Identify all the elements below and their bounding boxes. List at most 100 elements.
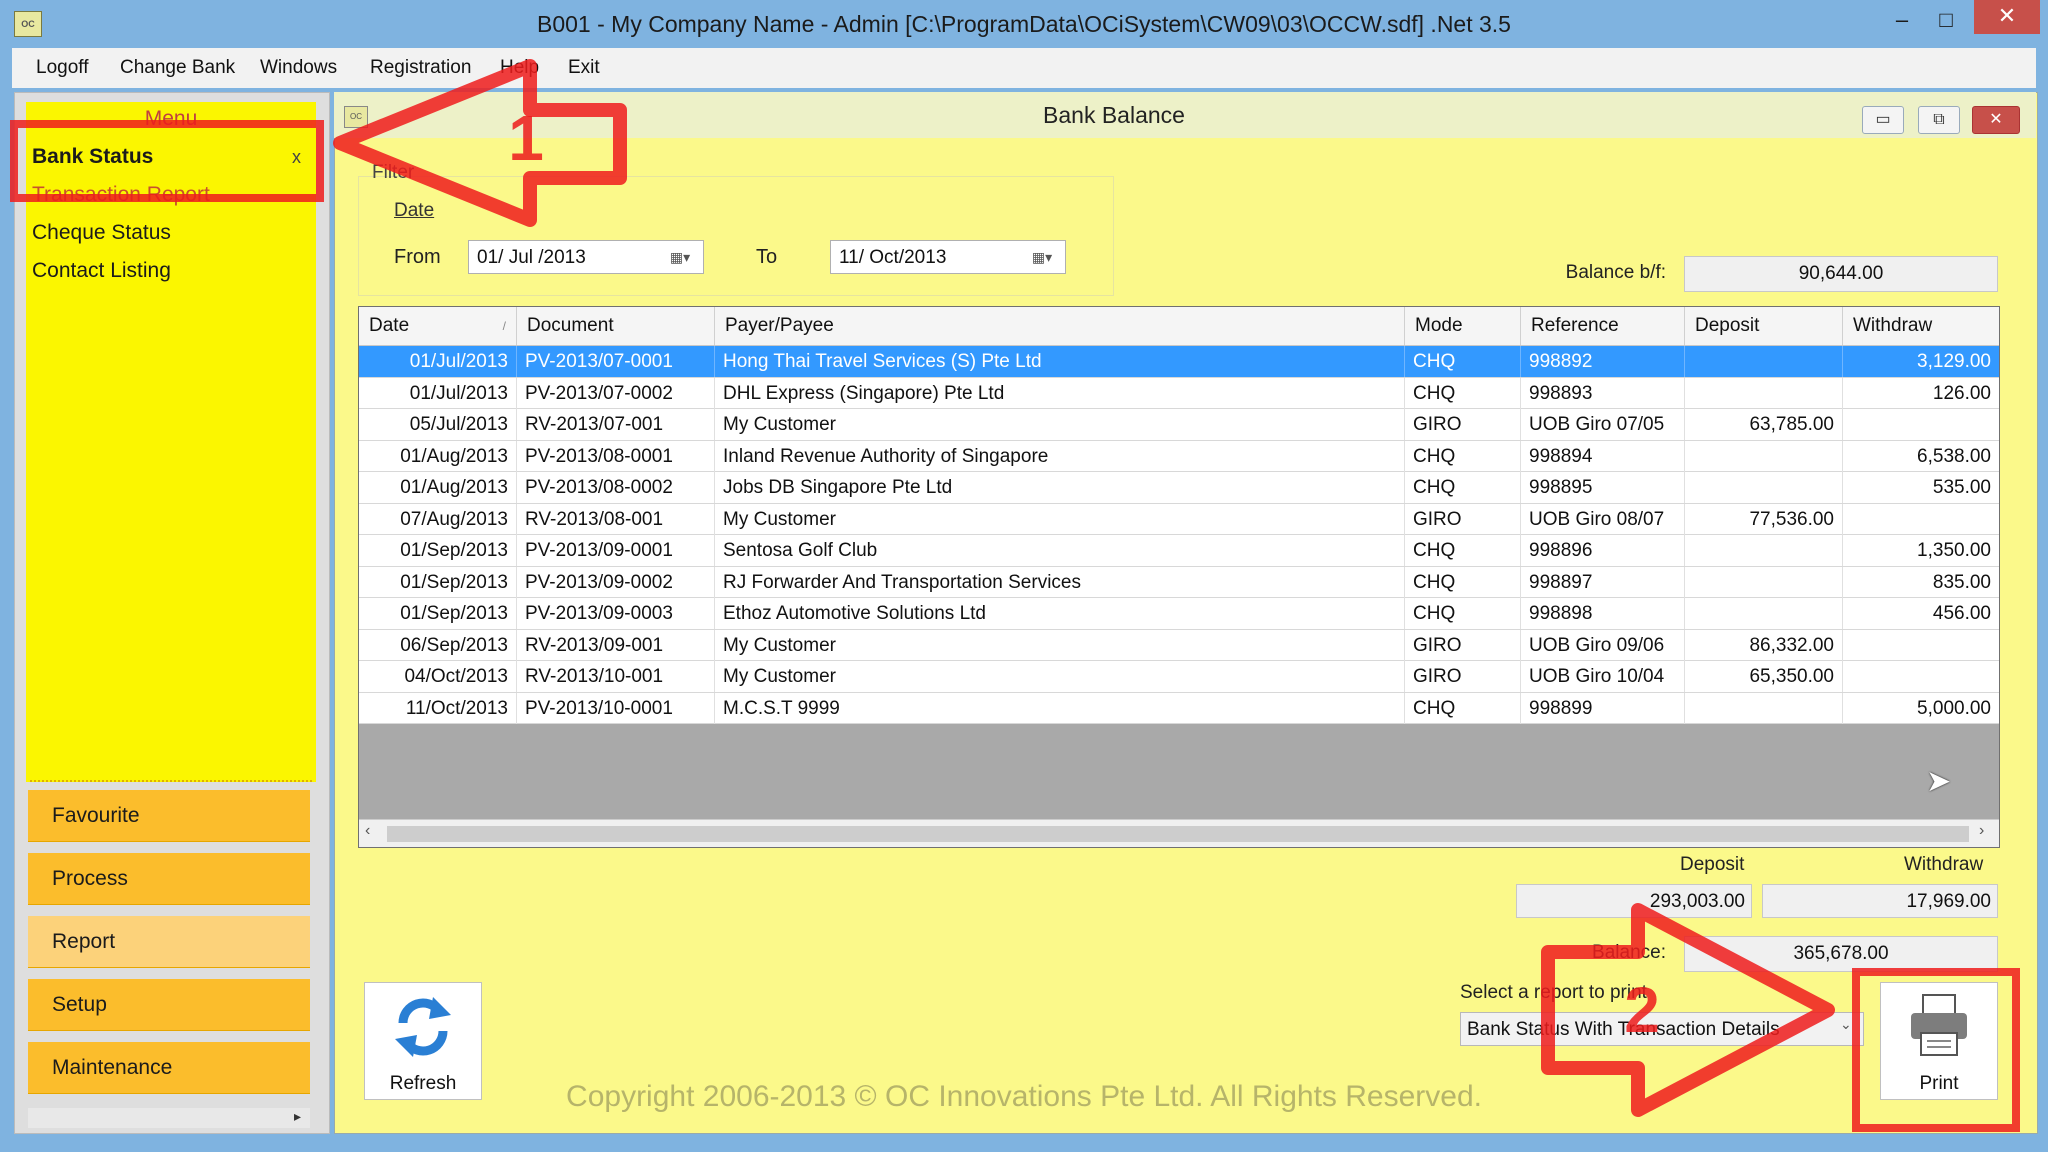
column-header-deposit[interactable]: Deposit (1685, 307, 1843, 345)
table-row[interactable]: 07/Aug/2013 RV-2013/08-001 My Customer GIRO… (359, 503, 1999, 535)
cell-reference: 998894 (1521, 440, 1685, 472)
cell-withdraw (1843, 661, 1999, 692)
to-label: To (756, 246, 778, 268)
minimize-button[interactable]: – (1880, 4, 1924, 36)
cell-mode: CHQ (1405, 377, 1521, 409)
cell-date: 01/Aug/2013 (359, 440, 517, 472)
table-row[interactable]: 01/Sep/2013 PV-2013/09-0001 Sentosa Golf C… (359, 535, 1999, 567)
horizontal-scrollbar[interactable]: ‹ › (359, 819, 1999, 847)
column-header-reference[interactable]: Reference (1521, 307, 1685, 345)
cell-date: 01/Sep/2013 (359, 535, 517, 566)
cell-mode: CHQ (1405, 535, 1521, 566)
cell-document: PV-2013/09-0003 (517, 598, 715, 629)
menu-windows[interactable]: Windows (260, 48, 337, 88)
cell-deposit (1685, 566, 1843, 598)
cell-date: 11/Oct/2013 (359, 692, 517, 724)
cell-withdraw: 1,350.00 (1917, 540, 1991, 561)
cell-deposit (1685, 598, 1843, 629)
chevron-down-icon[interactable]: ⌄ (1840, 1016, 1852, 1033)
cell-deposit: 63,785.00 (1685, 409, 1843, 440)
cell-deposit (1685, 535, 1843, 566)
menu-change-bank[interactable]: Change Bank (120, 48, 235, 88)
table-row[interactable]: 06/Sep/2013 RV-2013/09-001 My Customer GIRO… (359, 629, 1999, 661)
cell-deposit: 65,350.00 (1685, 661, 1843, 692)
sidebar-item-cheque-status[interactable]: Cheque Status (32, 216, 171, 250)
cell-document: PV-2013/07-0002 (517, 377, 715, 409)
category-process[interactable]: Process (28, 853, 310, 905)
column-header-payee[interactable]: Payer/Payee (715, 307, 1405, 345)
cell-deposit: 86,332.00 (1685, 629, 1843, 661)
cell-reference: 998897 (1521, 566, 1685, 598)
cell-mode: GIRO (1405, 661, 1521, 692)
annotation-arrow-2: 2 (1541, 903, 1835, 1117)
chevron-left-icon[interactable]: ‹ (365, 822, 370, 840)
cell-date: 01/Sep/2013 (359, 598, 517, 629)
table-row[interactable]: 01/Sep/2013 PV-2013/09-0003 Ethoz Automoti… (359, 598, 1999, 630)
calendar-dropdown-icon[interactable]: ▦▾ (1024, 244, 1060, 270)
cell-reference: 998892 (1521, 346, 1685, 377)
cell-date: 01/Aug/2013 (359, 472, 517, 503)
cell-deposit (1685, 440, 1843, 472)
cell-date: 06/Sep/2013 (359, 629, 517, 661)
table-row[interactable]: 01/Jul/2013 PV-2013/07-0002 DHL Express (S… (359, 377, 1999, 409)
cell-withdraw (1843, 504, 1999, 535)
cell-document: PV-2013/10-0001 (517, 692, 715, 724)
column-header-withdraw[interactable]: Withdraw (1843, 307, 1999, 345)
cell-withdraw (1843, 409, 1999, 440)
refresh-icon (395, 997, 451, 1057)
cell-document: PV-2013/07-0001 (517, 346, 715, 377)
column-header-mode[interactable]: Mode (1405, 307, 1521, 345)
menu-logoff[interactable]: Logoff (36, 48, 88, 88)
chevron-right-icon[interactable]: › (1979, 822, 1984, 840)
cell-mode: CHQ (1405, 598, 1521, 629)
table-row[interactable]: 04/Oct/2013 RV-2013/10-001 My Customer GIRO… (359, 661, 1999, 693)
cell-document: RV-2013/10-001 (517, 661, 715, 692)
cell-withdraw: 835.00 (1932, 571, 1991, 593)
column-header-document[interactable]: Document (517, 307, 715, 345)
scrollbar-thumb[interactable] (387, 826, 1969, 842)
deposit-total-label: Deposit (1680, 854, 1745, 875)
column-header-date[interactable]: Date / (359, 307, 517, 345)
child-minimize-button[interactable]: ▭ (1862, 106, 1904, 134)
category-maintenance[interactable]: Maintenance (28, 1042, 310, 1094)
category-setup[interactable]: Setup (28, 979, 310, 1031)
category-favourite[interactable]: Favourite (28, 790, 310, 842)
cell-payee: M.C.S.T 9999 (715, 692, 1405, 724)
table-row[interactable]: 05/Jul/2013 RV-2013/07-001 My Customer GIRO… (359, 409, 1999, 441)
cell-document: RV-2013/09-001 (517, 629, 715, 661)
child-maximize-button[interactable]: ⧉ (1918, 106, 1960, 134)
cell-withdraw: 126.00 (1932, 382, 1991, 404)
maximize-button[interactable]: □ (1924, 4, 1968, 36)
from-label: From (394, 246, 441, 268)
sidebar-divider (30, 780, 312, 782)
cell-payee: My Customer (715, 503, 1405, 535)
sidebar-scrollbar[interactable] (28, 1108, 310, 1128)
mouse-cursor-icon: ➤ (1926, 765, 1952, 798)
chevron-right-icon[interactable]: ▸ (294, 1108, 301, 1125)
child-close-button[interactable]: ✕ (1972, 106, 2020, 134)
sidebar-item-contact-listing[interactable]: Contact Listing (32, 254, 171, 288)
table-row[interactable]: 01/Jul/2013 PV-2013/07-0001 Hong Thai Trav… (359, 346, 1999, 378)
window-title: B001 - My Company Name - Admin [C:\Progr… (537, 11, 1511, 37)
calendar-dropdown-icon[interactable]: ▦▾ (662, 244, 698, 270)
cell-deposit: 77,536.00 (1685, 503, 1843, 535)
cell-document: RV-2013/08-001 (517, 503, 715, 535)
transactions-table: Date / Document Payer/Payee Mode Referenc… (358, 306, 2000, 848)
cell-payee: My Customer (715, 629, 1405, 661)
cell-reference: UOB Giro 07/05 (1521, 409, 1685, 440)
table-row[interactable]: 11/Oct/2013 PV-2013/10-0001 M.C.S.T 9999 CH… (359, 692, 1999, 724)
category-report[interactable]: Report (28, 916, 310, 968)
table-row[interactable]: 01/Sep/2013 PV-2013/09-0002 RJ Forwarder A… (359, 566, 1999, 598)
cell-withdraw: 5,000.00 (1917, 697, 1991, 719)
table-row[interactable]: 01/Aug/2013 PV-2013/08-0001 Inland Revenue… (359, 440, 1999, 472)
cell-date: 05/Jul/2013 (359, 409, 517, 440)
cell-reference: UOB Giro 08/07 (1521, 503, 1685, 535)
cell-reference: UOB Giro 09/06 (1521, 629, 1685, 661)
table-row[interactable]: 01/Aug/2013 PV-2013/08-0002 Jobs DB Singap… (359, 472, 1999, 504)
cell-mode: CHQ (1405, 566, 1521, 598)
cell-mode: CHQ (1405, 472, 1521, 503)
cell-reference: UOB Giro 10/04 (1521, 661, 1685, 692)
close-button[interactable]: ✕ (1974, 0, 2040, 34)
balance-bf-label: Balance b/f: (1565, 262, 1666, 283)
cell-mode: CHQ (1405, 346, 1521, 377)
